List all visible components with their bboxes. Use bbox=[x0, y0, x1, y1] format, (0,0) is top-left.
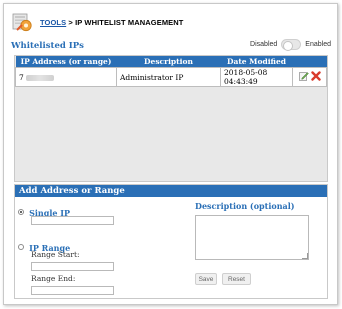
add-panel-title: Add Address or Range bbox=[15, 185, 327, 197]
table-row: 7 Administrator IP 2018-05-08 04:43:49 bbox=[15, 67, 327, 87]
range-start-input[interactable] bbox=[31, 262, 114, 271]
col-description: Description bbox=[116, 56, 221, 68]
add-address-panel: Add Address or Range Single IP IP Range … bbox=[14, 184, 328, 299]
range-start-label: Range Start: bbox=[31, 250, 80, 259]
ip-prefix: 7 bbox=[19, 72, 24, 82]
whitelist-table-container: IP Address (or range) Description Date M… bbox=[14, 55, 328, 182]
textarea-resize-handle[interactable] bbox=[302, 253, 308, 259]
delete-icon[interactable] bbox=[310, 71, 321, 83]
reset-button[interactable]: Reset bbox=[222, 273, 251, 285]
cell-ip: 7 bbox=[15, 67, 117, 87]
cell-actions bbox=[292, 67, 327, 87]
range-end-input[interactable] bbox=[31, 286, 114, 295]
redacted-ip bbox=[26, 74, 55, 81]
col-date-modified: Date Modified bbox=[220, 56, 293, 68]
ip-range-radio[interactable] bbox=[18, 243, 24, 250]
whitelist-title: Whitelisted IPs bbox=[11, 41, 84, 51]
breadcrumb-tools-link[interactable]: TOOLS bbox=[40, 18, 66, 27]
description-label: Description (optional) bbox=[195, 201, 295, 211]
breadcrumb-separator: > bbox=[68, 17, 73, 27]
description-textarea[interactable] bbox=[195, 215, 309, 260]
toggle-enabled-label: Enabled bbox=[305, 41, 331, 48]
save-button[interactable]: Save bbox=[195, 273, 217, 285]
whitelist-enable-toggle[interactable] bbox=[281, 39, 302, 51]
breadcrumb-current: IP WHITELIST MANAGEMENT bbox=[75, 17, 184, 27]
page-header: TOOLS > IP WHITELIST MANAGEMENT bbox=[11, 9, 183, 35]
tools-icon[interactable] bbox=[11, 11, 33, 33]
edit-icon[interactable] bbox=[298, 71, 309, 83]
ip-whitelist-window: TOOLS > IP WHITELIST MANAGEMENT Whitelis… bbox=[3, 3, 338, 305]
toggle-disabled-label: Disabled bbox=[250, 41, 278, 48]
single-ip-input[interactable] bbox=[31, 216, 114, 225]
whitelist-table: IP Address (or range) Description Date M… bbox=[15, 56, 327, 87]
breadcrumb: TOOLS > IP WHITELIST MANAGEMENT bbox=[40, 18, 183, 27]
toggle-knob bbox=[283, 40, 294, 51]
col-actions bbox=[292, 56, 327, 68]
whitelist-toggle-group: Disabled Enabled bbox=[250, 39, 331, 51]
cell-description: Administrator IP bbox=[116, 67, 221, 87]
cell-date-modified: 2018-05-08 04:43:49 bbox=[220, 67, 293, 87]
table-header-row: IP Address (or range) Description Date M… bbox=[15, 56, 327, 68]
range-end-label: Range End: bbox=[31, 274, 76, 283]
single-ip-radio[interactable] bbox=[18, 208, 24, 215]
col-ip-address: IP Address (or range) bbox=[15, 56, 117, 68]
